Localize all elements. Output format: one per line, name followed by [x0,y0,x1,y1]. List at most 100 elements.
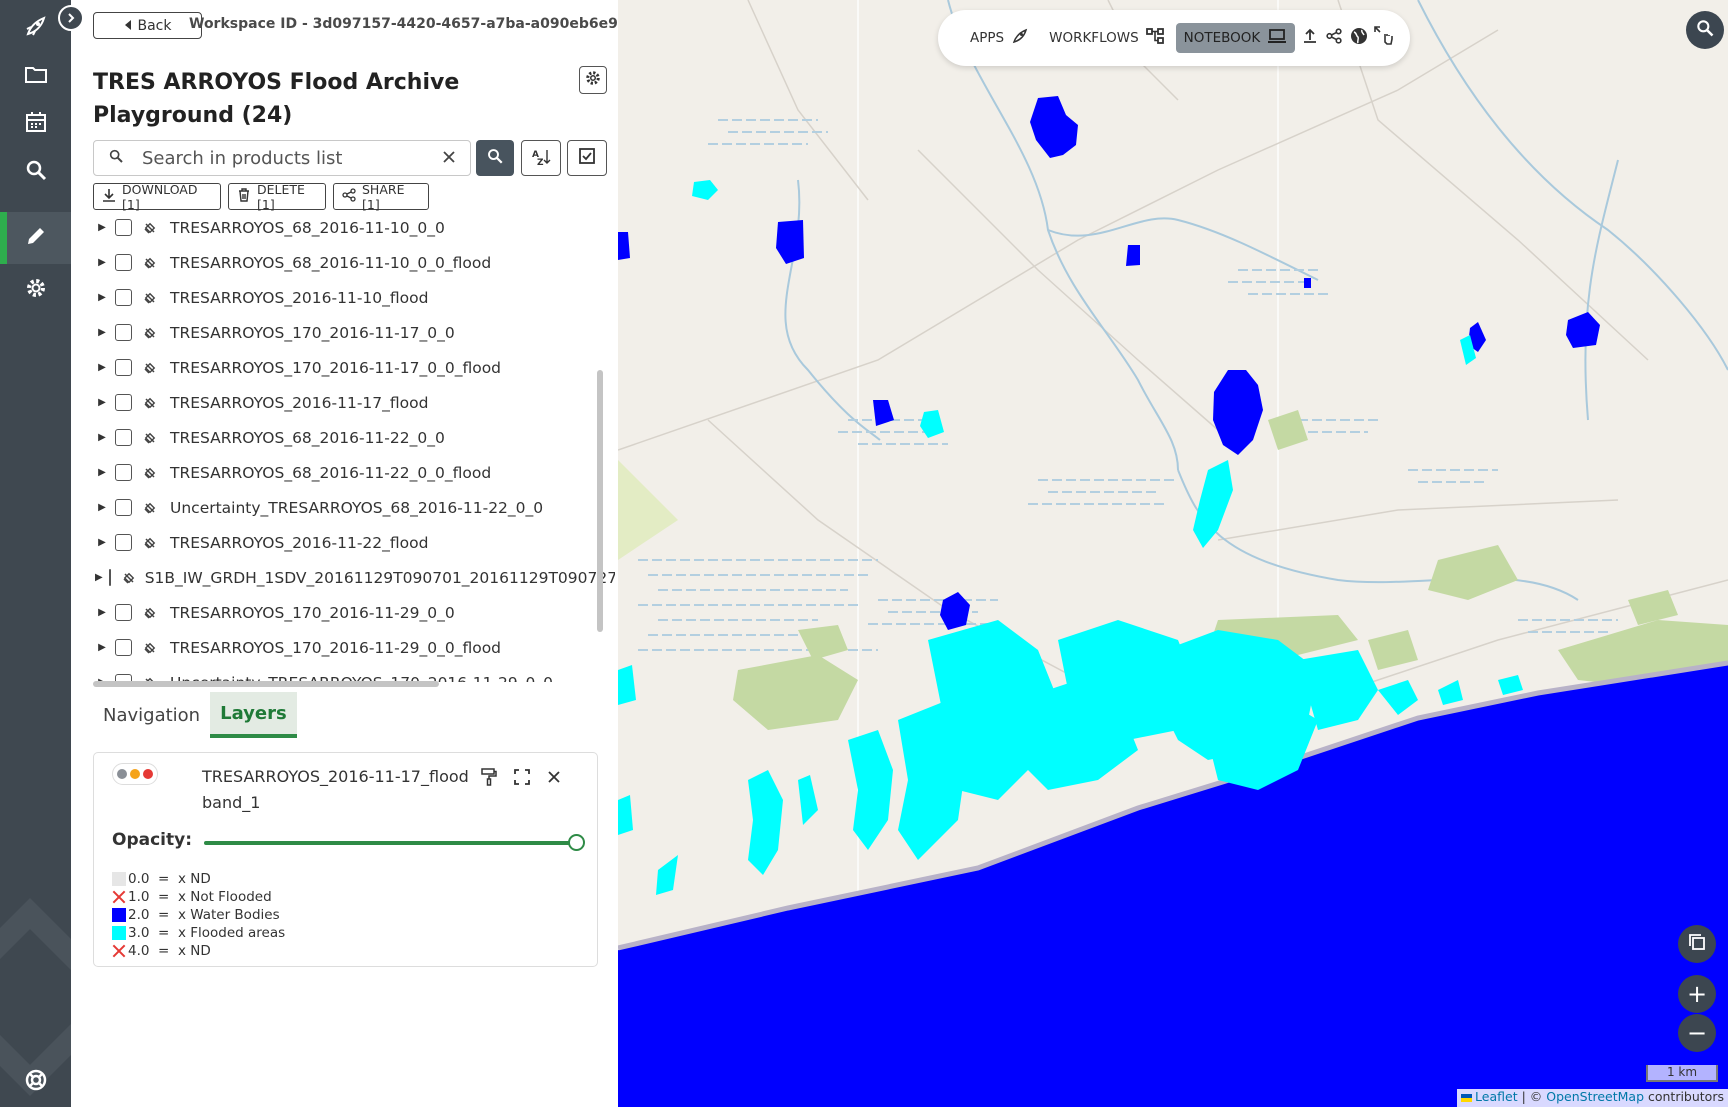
search-field [93,140,471,176]
row-checkbox[interactable] [115,429,132,446]
list-item[interactable]: ▶ TRESARROYOS_170_2016-11-29_0_0_flood [93,630,615,665]
row-checkbox[interactable] [115,219,132,236]
tab-layers[interactable]: Layers [210,692,297,738]
trash-icon [237,188,251,205]
rail-files[interactable] [0,50,71,102]
rail-help[interactable] [0,1056,71,1107]
product-list-horizontal-scrollbar[interactable] [93,681,439,687]
expand-caret-icon[interactable]: ▶ [95,642,109,653]
satellite-icon [142,465,162,481]
globe-button[interactable] [1349,25,1370,51]
opacity-slider-track[interactable] [204,841,576,845]
layer-legend: 0.0 = x ND 1.0 = x Not Flooded 2.0 = x Wat… [112,870,285,960]
satellite-icon [142,605,162,621]
share-icon [342,188,356,205]
list-item[interactable]: ▶Uncertainty_TRESARROYOS_170_2016-11-29_… [93,665,615,682]
apps-button[interactable]: APPS [962,22,1037,54]
layer-color-dots[interactable] [112,763,158,785]
satellite-icon [142,500,162,516]
expand-caret-icon[interactable]: ▶ [95,292,109,303]
leaflet-link[interactable]: Leaflet [1475,1089,1518,1104]
upload-button[interactable] [1299,25,1320,51]
close-icon[interactable] [544,767,564,787]
back-button[interactable]: Back [93,12,202,39]
row-checkbox[interactable] [115,359,132,376]
lifebuoy-icon [24,1068,48,1096]
row-checkbox[interactable] [115,604,132,621]
rail-edit[interactable] [0,212,71,264]
workspace-settings-button[interactable] [579,66,607,94]
map-view[interactable]: APPS WORKFLOWS NOTEBOOK + − 1 km Leaflet… [618,0,1728,1107]
opacity-slider-thumb[interactable] [568,834,585,851]
satellite-icon [142,640,162,656]
layers-switch-button[interactable] [1678,925,1716,963]
row-checkbox[interactable] [115,254,132,271]
expand-caret-icon[interactable]: ▶ [95,432,109,443]
row-checkbox[interactable] [115,534,132,551]
expand-caret-icon[interactable]: ▶ [95,327,109,338]
map-search-button[interactable] [1686,11,1724,49]
osm-link[interactable]: OpenStreetMap [1546,1089,1644,1104]
list-item[interactable]: ▶ Uncertainty_TRESARROYOS_68_2016-11-22_0… [93,490,615,525]
row-checkbox[interactable] [115,464,132,481]
list-item[interactable]: ▶ TRESARROYOS_68_2016-11-10_0_0 [93,210,615,245]
share-button[interactable]: SHARE [1] [333,182,429,212]
expand-caret-icon[interactable]: ▶ [95,537,109,548]
list-item[interactable]: ▶ TRESARROYOS_2016-11-17_flood [93,385,615,420]
zoom-in-button[interactable]: + [1678,975,1716,1013]
list-item[interactable]: ▶ TRESARROYOS_170_2016-11-17_0_0 [93,315,615,350]
row-checkbox[interactable] [108,569,111,586]
product-name: TRESARROYOS_170_2016-11-29_0_0 [170,603,455,622]
list-item[interactable]: ▶ TRESARROYOS_170_2016-11-29_0_0 [93,595,615,630]
row-checkbox[interactable] [115,394,132,411]
delete-label: DELETE [1] [257,181,305,212]
product-list: ▶ TRESARROYOS_68_2016-11-10_0_0 ▶ TRESARROY… [93,210,615,682]
expand-caret-icon[interactable]: ▶ [95,257,109,268]
rail-calendar[interactable] [0,98,71,150]
expand-caret-icon[interactable]: ▶ [95,222,109,233]
select-all-button[interactable] [567,140,607,176]
zoom-out-button[interactable]: − [1678,1014,1716,1052]
list-item[interactable]: ▶ S1B_IW_GRDH_1SDV_20161129T090701_201611… [93,560,615,595]
list-item[interactable]: ▶ TRESARROYOS_68_2016-11-10_0_0_flood [93,245,615,280]
legend-row: 1.0 = x Not Flooded [112,888,285,906]
list-item[interactable]: ▶ TRESARROYOS_2016-11-10_flood [93,280,615,315]
row-checkbox[interactable] [115,324,132,341]
list-item[interactable]: ▶ TRESARROYOS_68_2016-11-22_0_0_flood [93,455,615,490]
list-item[interactable]: ▶ TRESARROYOS_2016-11-22_flood [93,525,615,560]
search-icon [24,158,48,186]
list-item[interactable]: ▶ TRESARROYOS_68_2016-11-22_0_0 [93,420,615,455]
fullscreen-icon[interactable] [512,767,532,787]
share-map-button[interactable] [1324,25,1345,51]
product-list-vertical-scrollbar[interactable] [597,370,603,632]
row-checkbox[interactable] [115,499,132,516]
expand-pointer-button[interactable] [1373,25,1394,51]
expand-caret-icon[interactable]: ▶ [95,397,109,408]
download-button[interactable]: DOWNLOAD [1] [93,182,221,212]
list-item[interactable]: ▶ TRESARROYOS_170_2016-11-17_0_0_flood [93,350,615,385]
workflows-button[interactable]: WORKFLOWS [1041,22,1172,54]
row-checkbox[interactable] [115,289,132,306]
rail-settings[interactable] [0,264,71,316]
expand-caret-icon[interactable]: ▶ [95,572,103,583]
expand-caret-icon[interactable]: ▶ [95,607,109,618]
product-name: TRESARROYOS_68_2016-11-10_0_0 [170,218,445,237]
expand-caret-icon[interactable]: ▶ [95,502,109,513]
expand-caret-icon[interactable]: ▶ [95,362,109,373]
map-top-toolbar: APPS WORKFLOWS NOTEBOOK [938,10,1410,66]
clear-search-icon[interactable] [442,149,456,168]
expand-caret-icon[interactable]: ▶ [95,467,109,478]
search-input[interactable] [140,146,430,170]
sort-button[interactable]: AZ [521,140,561,176]
collapse-panel-button[interactable] [58,5,84,31]
notebook-button[interactable]: NOTEBOOK [1175,23,1296,53]
search-button[interactable] [476,140,514,176]
legend-color-swatch [112,872,126,886]
map-attribution: Leaflet | © OpenStreetMap contributors [1457,1089,1728,1107]
satellite-icon [142,220,162,236]
delete-button[interactable]: DELETE [1] [228,181,326,212]
rail-search[interactable] [0,146,71,198]
style-brush-icon[interactable] [479,767,499,787]
row-checkbox[interactable] [115,639,132,656]
tab-navigation[interactable]: Navigation [93,692,210,738]
